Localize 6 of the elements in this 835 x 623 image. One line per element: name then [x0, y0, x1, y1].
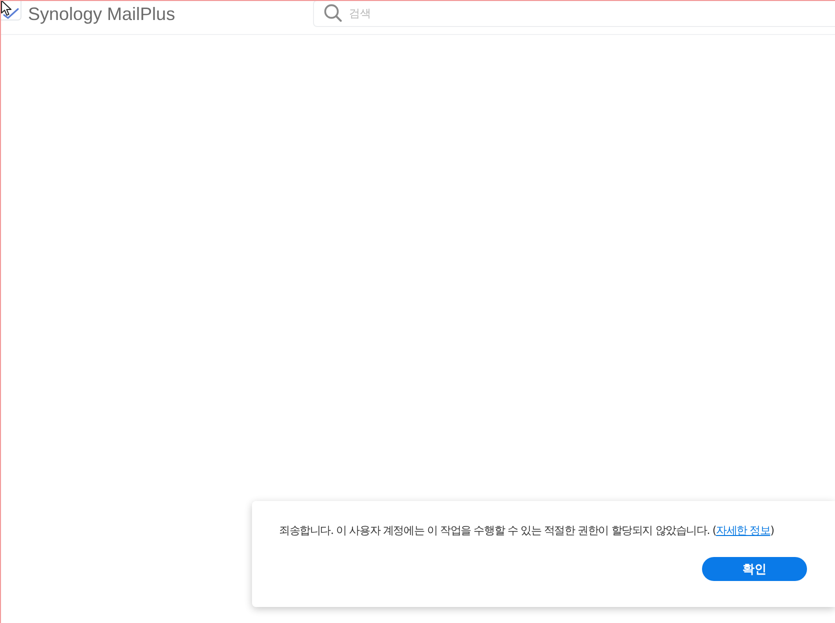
error-message: 죄송합니다. 이 사용자 계정에는 이 작업을 수행할 수 있는 적절한 권한이 할당되지 않았습니다. (자세한 정보) — [279, 523, 774, 539]
app-title: Synology MailPlus — [28, 3, 176, 26]
more-info-link[interactable]: 자세한 정보 — [716, 524, 770, 537]
search-icon — [324, 4, 342, 22]
search-field[interactable]: 검색 — [313, 1, 835, 27]
confirm-button[interactable]: 확인 — [702, 557, 807, 581]
